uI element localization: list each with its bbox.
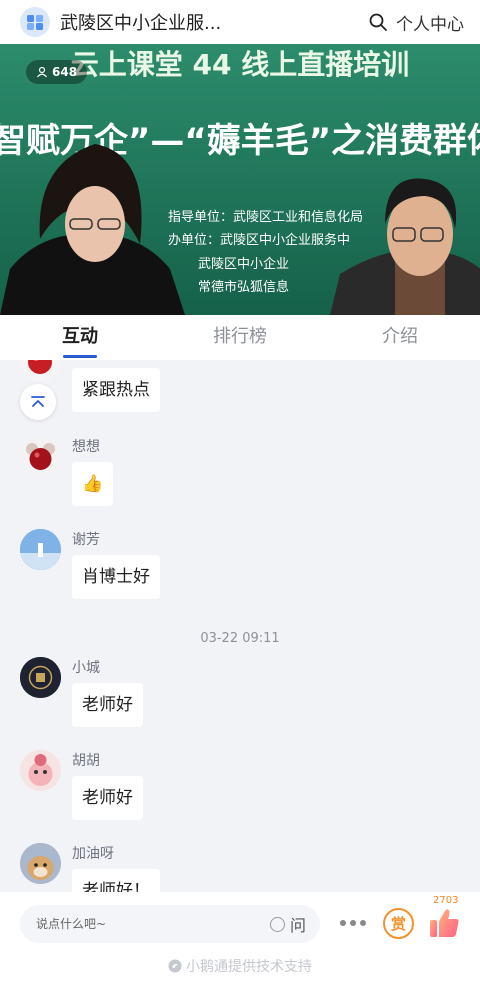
pink-cartoon-avatar[interactable] — [20, 750, 61, 791]
banner-line-1: 云上课堂 44 线上直播培训 — [71, 48, 409, 81]
chevron-up-icon — [31, 396, 45, 407]
search-icon[interactable] — [368, 12, 388, 32]
chat-bubble: 紧跟热点 — [72, 368, 160, 412]
bottom-bar: 问 赏 2703 小鹅通提供技术支持 — [0, 892, 480, 998]
chat-nickname: 加油呀 — [72, 846, 114, 862]
info-line-2: 办单位：武陵区中小企业服务中 — [168, 232, 350, 248]
viewer-count: 648 — [52, 65, 78, 79]
page-title: 武陵区中小企业服... — [60, 13, 222, 34]
info-line-1: 指导单位：武陵区工业和信息化局 — [168, 209, 363, 225]
chat-nickname: 想想 — [72, 439, 100, 455]
ask-question-toggle[interactable]: 问 — [269, 905, 306, 943]
tab-interaction[interactable]: 互动 — [0, 315, 160, 360]
banner-line-2: 智赋万企”—“薅羊毛”之消费群体高效 — [0, 121, 480, 161]
live-video-player[interactable]: 云上课堂 44 线上直播培训 智赋万企”—“薅羊毛”之消费群体高效 指导单位：武… — [0, 44, 480, 315]
like-thumbs-up-icon[interactable] — [428, 906, 460, 940]
viewers-icon — [37, 66, 47, 78]
chat-bubble: 老师好 — [72, 776, 143, 820]
scroll-to-top-button[interactable] — [20, 384, 56, 420]
video-frame: 云上课堂 44 线上直播培训 智赋万企”—“薅羊毛”之消费群体高效 指导单位：武… — [0, 44, 480, 315]
like-count: 2703 — [433, 895, 459, 906]
powered-by-text: 小鹅通提供技术支持 — [186, 959, 312, 975]
chat-bubble: 👍 — [72, 462, 114, 506]
chat-nickname: 小城 — [72, 660, 100, 676]
dot-icon — [340, 920, 346, 926]
sky-avatar[interactable] — [20, 529, 61, 570]
dot-icon — [350, 920, 356, 926]
dot-icon — [360, 920, 366, 926]
chat-nickname: 谢芳 — [72, 532, 100, 548]
comment-box[interactable]: 问 — [20, 905, 320, 943]
radio-circle-icon[interactable] — [269, 916, 285, 932]
user-center-link[interactable]: 个人中心 — [368, 10, 464, 35]
tab-bar: 互动 排行榜 介绍 — [0, 315, 480, 360]
brand-logo-icon — [168, 959, 182, 973]
user-center-label[interactable]: 个人中心 — [396, 10, 464, 35]
red-mouse-avatar[interactable] — [20, 436, 61, 477]
top-header: 武陵区中小企业服... 个人中心 — [0, 0, 480, 44]
dog-avatar[interactable] — [20, 843, 61, 884]
tab-introduction[interactable]: 介绍 — [320, 315, 480, 360]
comment-input[interactable] — [36, 905, 256, 943]
more-options-button[interactable] — [340, 916, 366, 930]
app-root: 武陵区中小企业服... 个人中心 云上课堂 44 线上直播培训 智赋万企”—“薅… — [0, 0, 480, 998]
red-ornament-avatar[interactable] — [20, 360, 61, 381]
chat-bubble: 老师好 — [72, 683, 143, 727]
ask-label[interactable]: 问 — [290, 912, 306, 936]
reward-button[interactable]: 赏 — [383, 908, 414, 939]
viewer-count-badge: 648 — [26, 60, 88, 84]
info-line-3: 武陵区中小企业 — [198, 256, 289, 272]
chat-list[interactable]: 紧跟热点 想想 👍 谢芳 肖博士好 03-22 09:11 小城 老师好 胡胡 … — [0, 360, 480, 892]
powered-by: 小鹅通提供技术支持 — [0, 956, 480, 976]
chat-bubble: 老师好！ — [72, 869, 160, 892]
app-logo-icon — [20, 7, 50, 37]
chat-timestamp: 03-22 09:11 — [200, 631, 280, 646]
chat-bubble: 肖博士好 — [72, 555, 160, 599]
tab-ranking[interactable]: 排行榜 — [160, 315, 320, 360]
info-line-4: 常德市弘狐信息 — [198, 279, 289, 295]
dark-avatar[interactable] — [20, 657, 61, 698]
chat-nickname: 胡胡 — [72, 753, 100, 769]
